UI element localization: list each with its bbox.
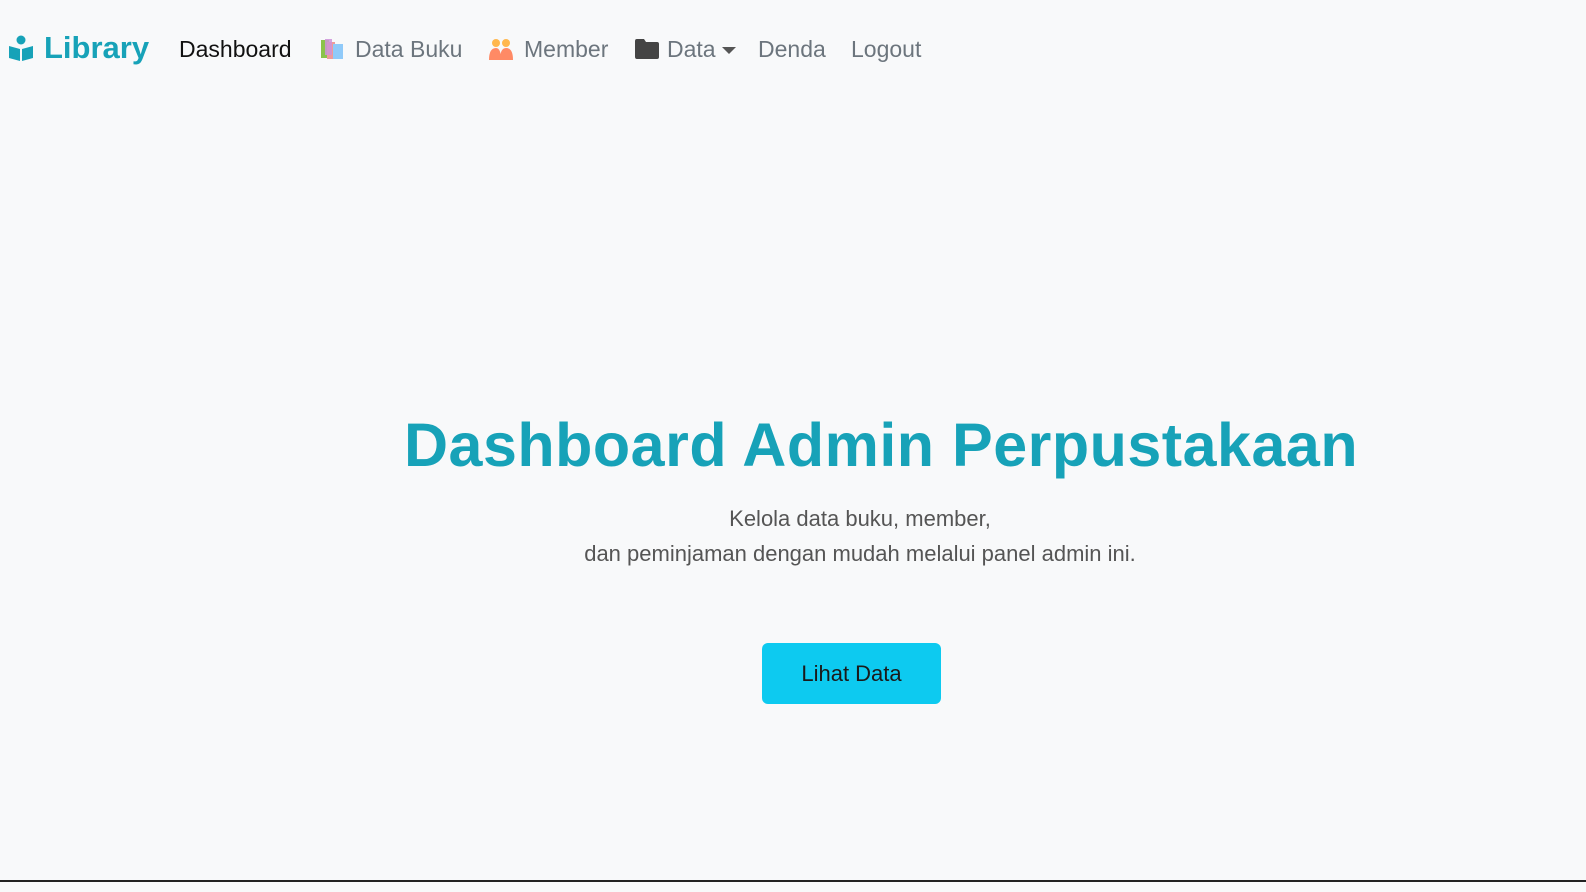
nav-data-label: Data [667, 36, 716, 62]
page: Library Dashboard Data Buku Member Data … [0, 0, 1586, 892]
nav-data-buku-label: Data Buku [355, 36, 463, 62]
lihat-data-button[interactable]: Lihat Data [762, 643, 941, 704]
nav-data-buku[interactable]: Data Buku [320, 34, 462, 64]
nav-member-label: Member [524, 36, 609, 62]
nav-dashboard-label: Dashboard [179, 36, 292, 62]
folder-icon [635, 39, 659, 59]
bottom-divider [0, 880, 1586, 882]
nav-denda-label: Denda [758, 36, 826, 62]
hero-subtitle-line1: Kelola data buku, member, [729, 506, 991, 531]
navbar: Library Dashboard Data Buku Member Data … [0, 0, 1586, 100]
hero-title: Dashboard Admin Perpustakaan [404, 411, 1359, 479]
brand-link[interactable]: Library [8, 30, 149, 66]
hero-subtitle-line2: dan peminjaman dengan mudah melalui pane… [584, 541, 1136, 566]
brand-label: Library [44, 30, 150, 65]
nav-data-dropdown[interactable]: Data [635, 34, 736, 64]
books-icon [320, 38, 345, 60]
nav-logout[interactable]: Logout [851, 34, 921, 64]
book-reader-icon [8, 35, 34, 61]
nav-member[interactable]: Member [489, 34, 608, 64]
nav-denda[interactable]: Denda [758, 34, 826, 64]
people-icon [489, 38, 514, 60]
caret-down-icon [721, 46, 736, 54]
nav-logout-label: Logout [851, 36, 922, 62]
nav-dashboard[interactable]: Dashboard [179, 34, 292, 64]
